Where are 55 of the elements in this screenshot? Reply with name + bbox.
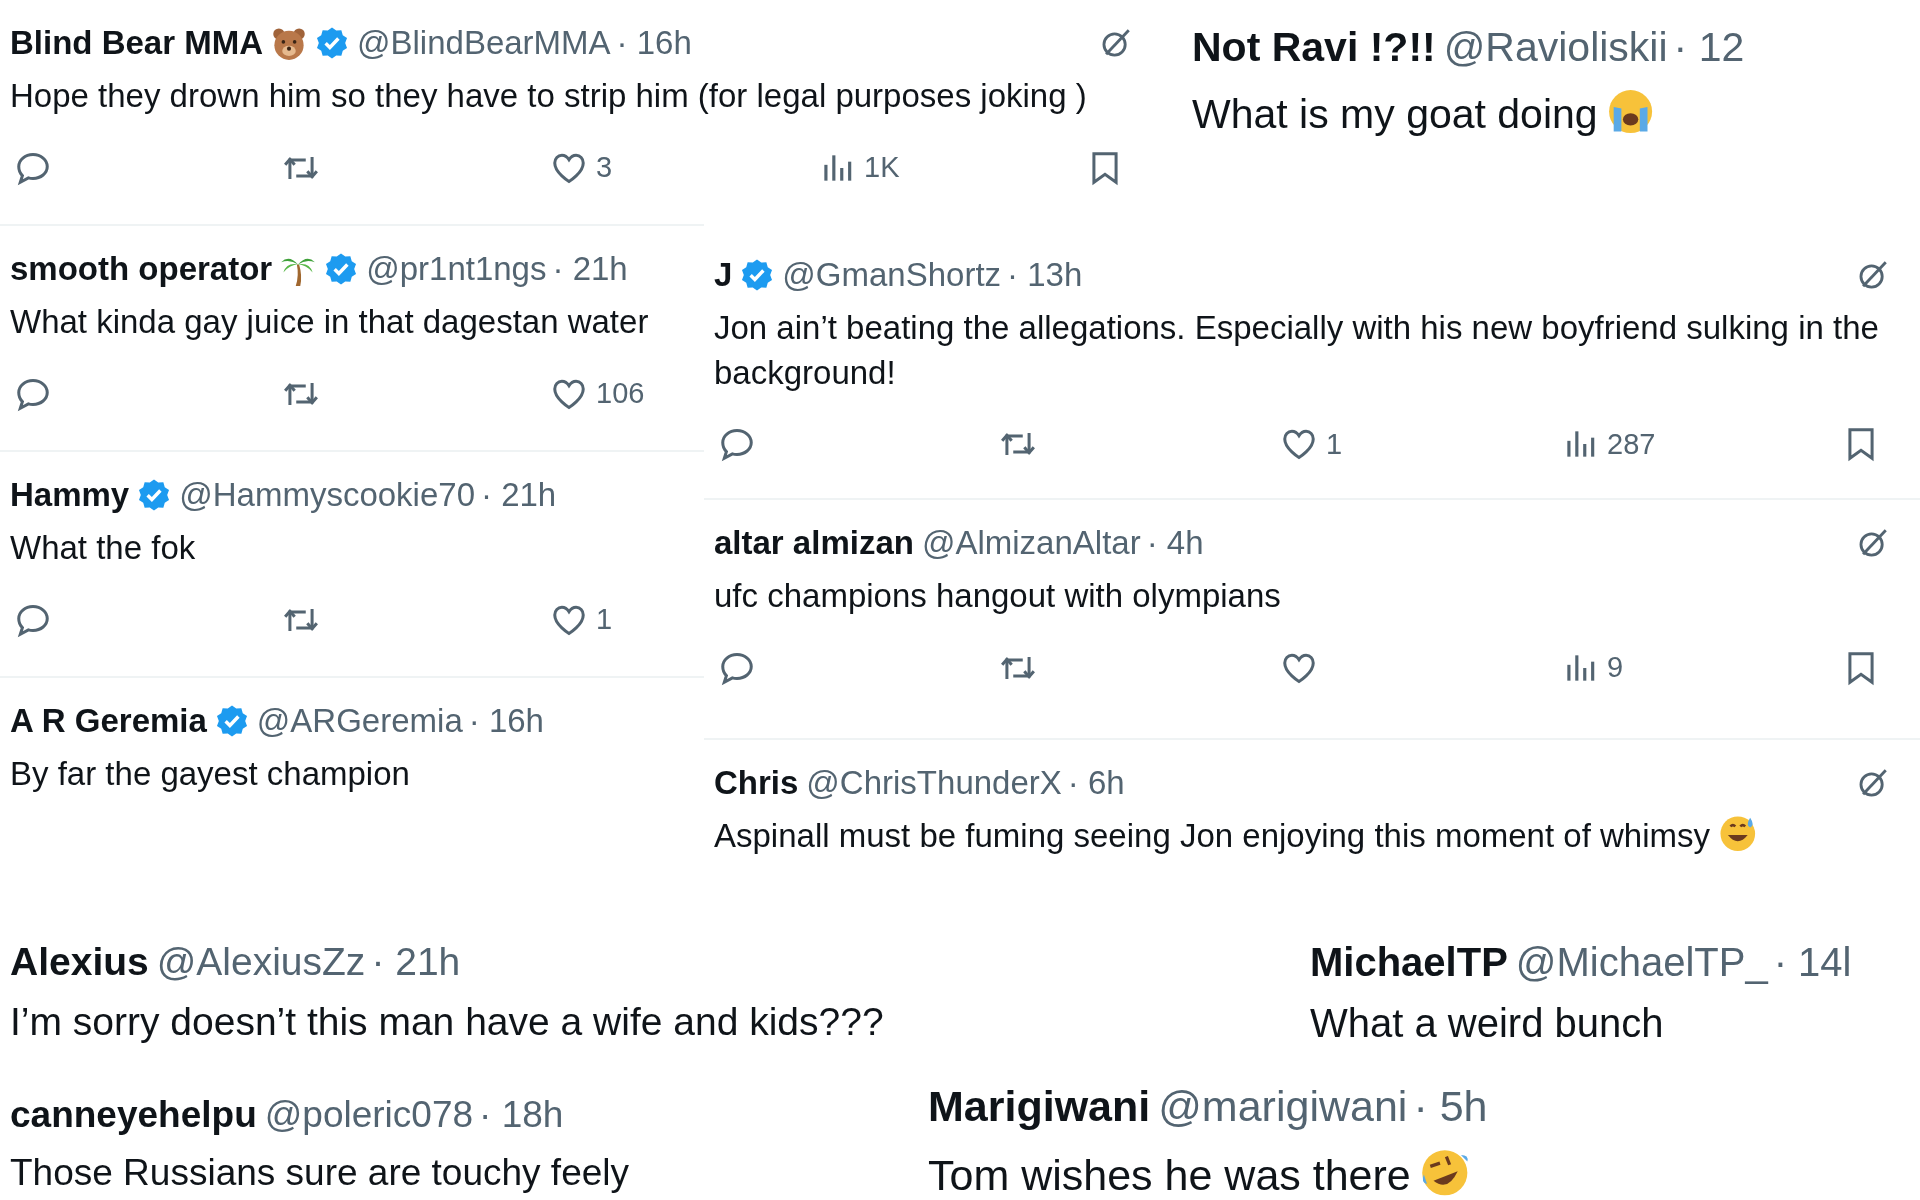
- post-text: ufc champions hangout with olympians: [714, 577, 1281, 614]
- author-handle[interactable]: @AlexiusZz: [156, 940, 366, 984]
- post-text: I’m sorry doesn’t this man have a wife and kids???: [10, 1000, 884, 1043]
- post-time: · 18h: [479, 1094, 564, 1136]
- post-time: · 14l: [1773, 940, 1852, 985]
- author-name[interactable]: altar almizan: [714, 524, 914, 562]
- author-handle[interactable]: @ChrisThunderX: [806, 764, 1062, 802]
- author-name[interactable]: canneyehelpu: [10, 1094, 257, 1136]
- author-handle[interactable]: @poleric078: [264, 1094, 474, 1136]
- post-text: What a weird bunch: [1310, 1001, 1664, 1045]
- author-name[interactable]: Alexius: [10, 940, 149, 984]
- action-count: 1K: [864, 151, 900, 185]
- author-handle[interactable]: @ARGeremia: [256, 702, 463, 740]
- author-handle[interactable]: @marigiwani: [1158, 1082, 1408, 1131]
- post-time: · 21h: [481, 476, 557, 514]
- post-text: Aspinall must be fuming seeing Jon enjoying this moment of whimsy: [714, 817, 1710, 854]
- author-name[interactable]: MichaelTP: [1310, 940, 1508, 985]
- post-time: · 6h: [1067, 764, 1125, 802]
- post-text: Jon ain’t beating the allegations. Especially with his new boyfriend sulking in the background!: [714, 309, 1880, 391]
- post-text: Those Russians sure are touchy feely: [10, 1152, 630, 1193]
- author-name[interactable]: Not Ravi !?!!: [1192, 24, 1436, 71]
- post-text: What kinda gay juice in that dagestan water: [10, 303, 649, 340]
- author-name[interactable]: Chris: [714, 764, 799, 802]
- post-time: · 13h: [1007, 256, 1083, 294]
- author-name[interactable]: Hammy: [10, 476, 130, 514]
- author-handle[interactable]: @GmanShortz: [782, 256, 1002, 294]
- action-count: 9: [1607, 651, 1624, 685]
- post-time: · 5h: [1413, 1082, 1488, 1131]
- action-count: 287: [1607, 427, 1656, 461]
- post-text: What is my goat doing: [1192, 91, 1598, 137]
- post-time: · 16h: [616, 24, 692, 62]
- author-handle[interactable]: @AlmizanAltar: [921, 524, 1141, 562]
- author-handle[interactable]: @BlindBearMMA: [357, 24, 611, 62]
- post-time: · 21h: [371, 940, 461, 984]
- action-count: 3: [596, 151, 613, 185]
- action-count: 1: [596, 603, 613, 637]
- action-count: 106: [596, 377, 645, 411]
- author-name[interactable]: smooth operator: [10, 250, 273, 288]
- author-name[interactable]: A R Geremia: [10, 702, 207, 740]
- post-time: · 4h: [1146, 524, 1204, 562]
- post-time: · 21h: [552, 250, 628, 288]
- author-name[interactable]: Blind Bear MMA: [10, 24, 263, 62]
- author-name[interactable]: Marigiwani: [928, 1082, 1151, 1131]
- author-name[interactable]: J: [714, 256, 733, 294]
- post-time: · 16h: [468, 702, 544, 740]
- post-text: By far the gayest champion: [10, 755, 410, 792]
- post-text: Hope they drown him so they have to strip him (for legal purposes joking ): [10, 77, 1087, 114]
- author-handle[interactable]: @Ravioliskii: [1443, 24, 1668, 71]
- author-handle[interactable]: @MichaelTP_: [1515, 940, 1768, 985]
- author-handle[interactable]: @Hammyscookie70: [179, 476, 475, 514]
- post-text: What the fok: [10, 529, 196, 566]
- post-text: Tom wishes he was there: [928, 1151, 1411, 1199]
- action-count: 1: [1326, 427, 1343, 461]
- author-handle[interactable]: @pr1nt1ngs: [366, 250, 547, 288]
- post-time: · 12: [1673, 24, 1745, 71]
